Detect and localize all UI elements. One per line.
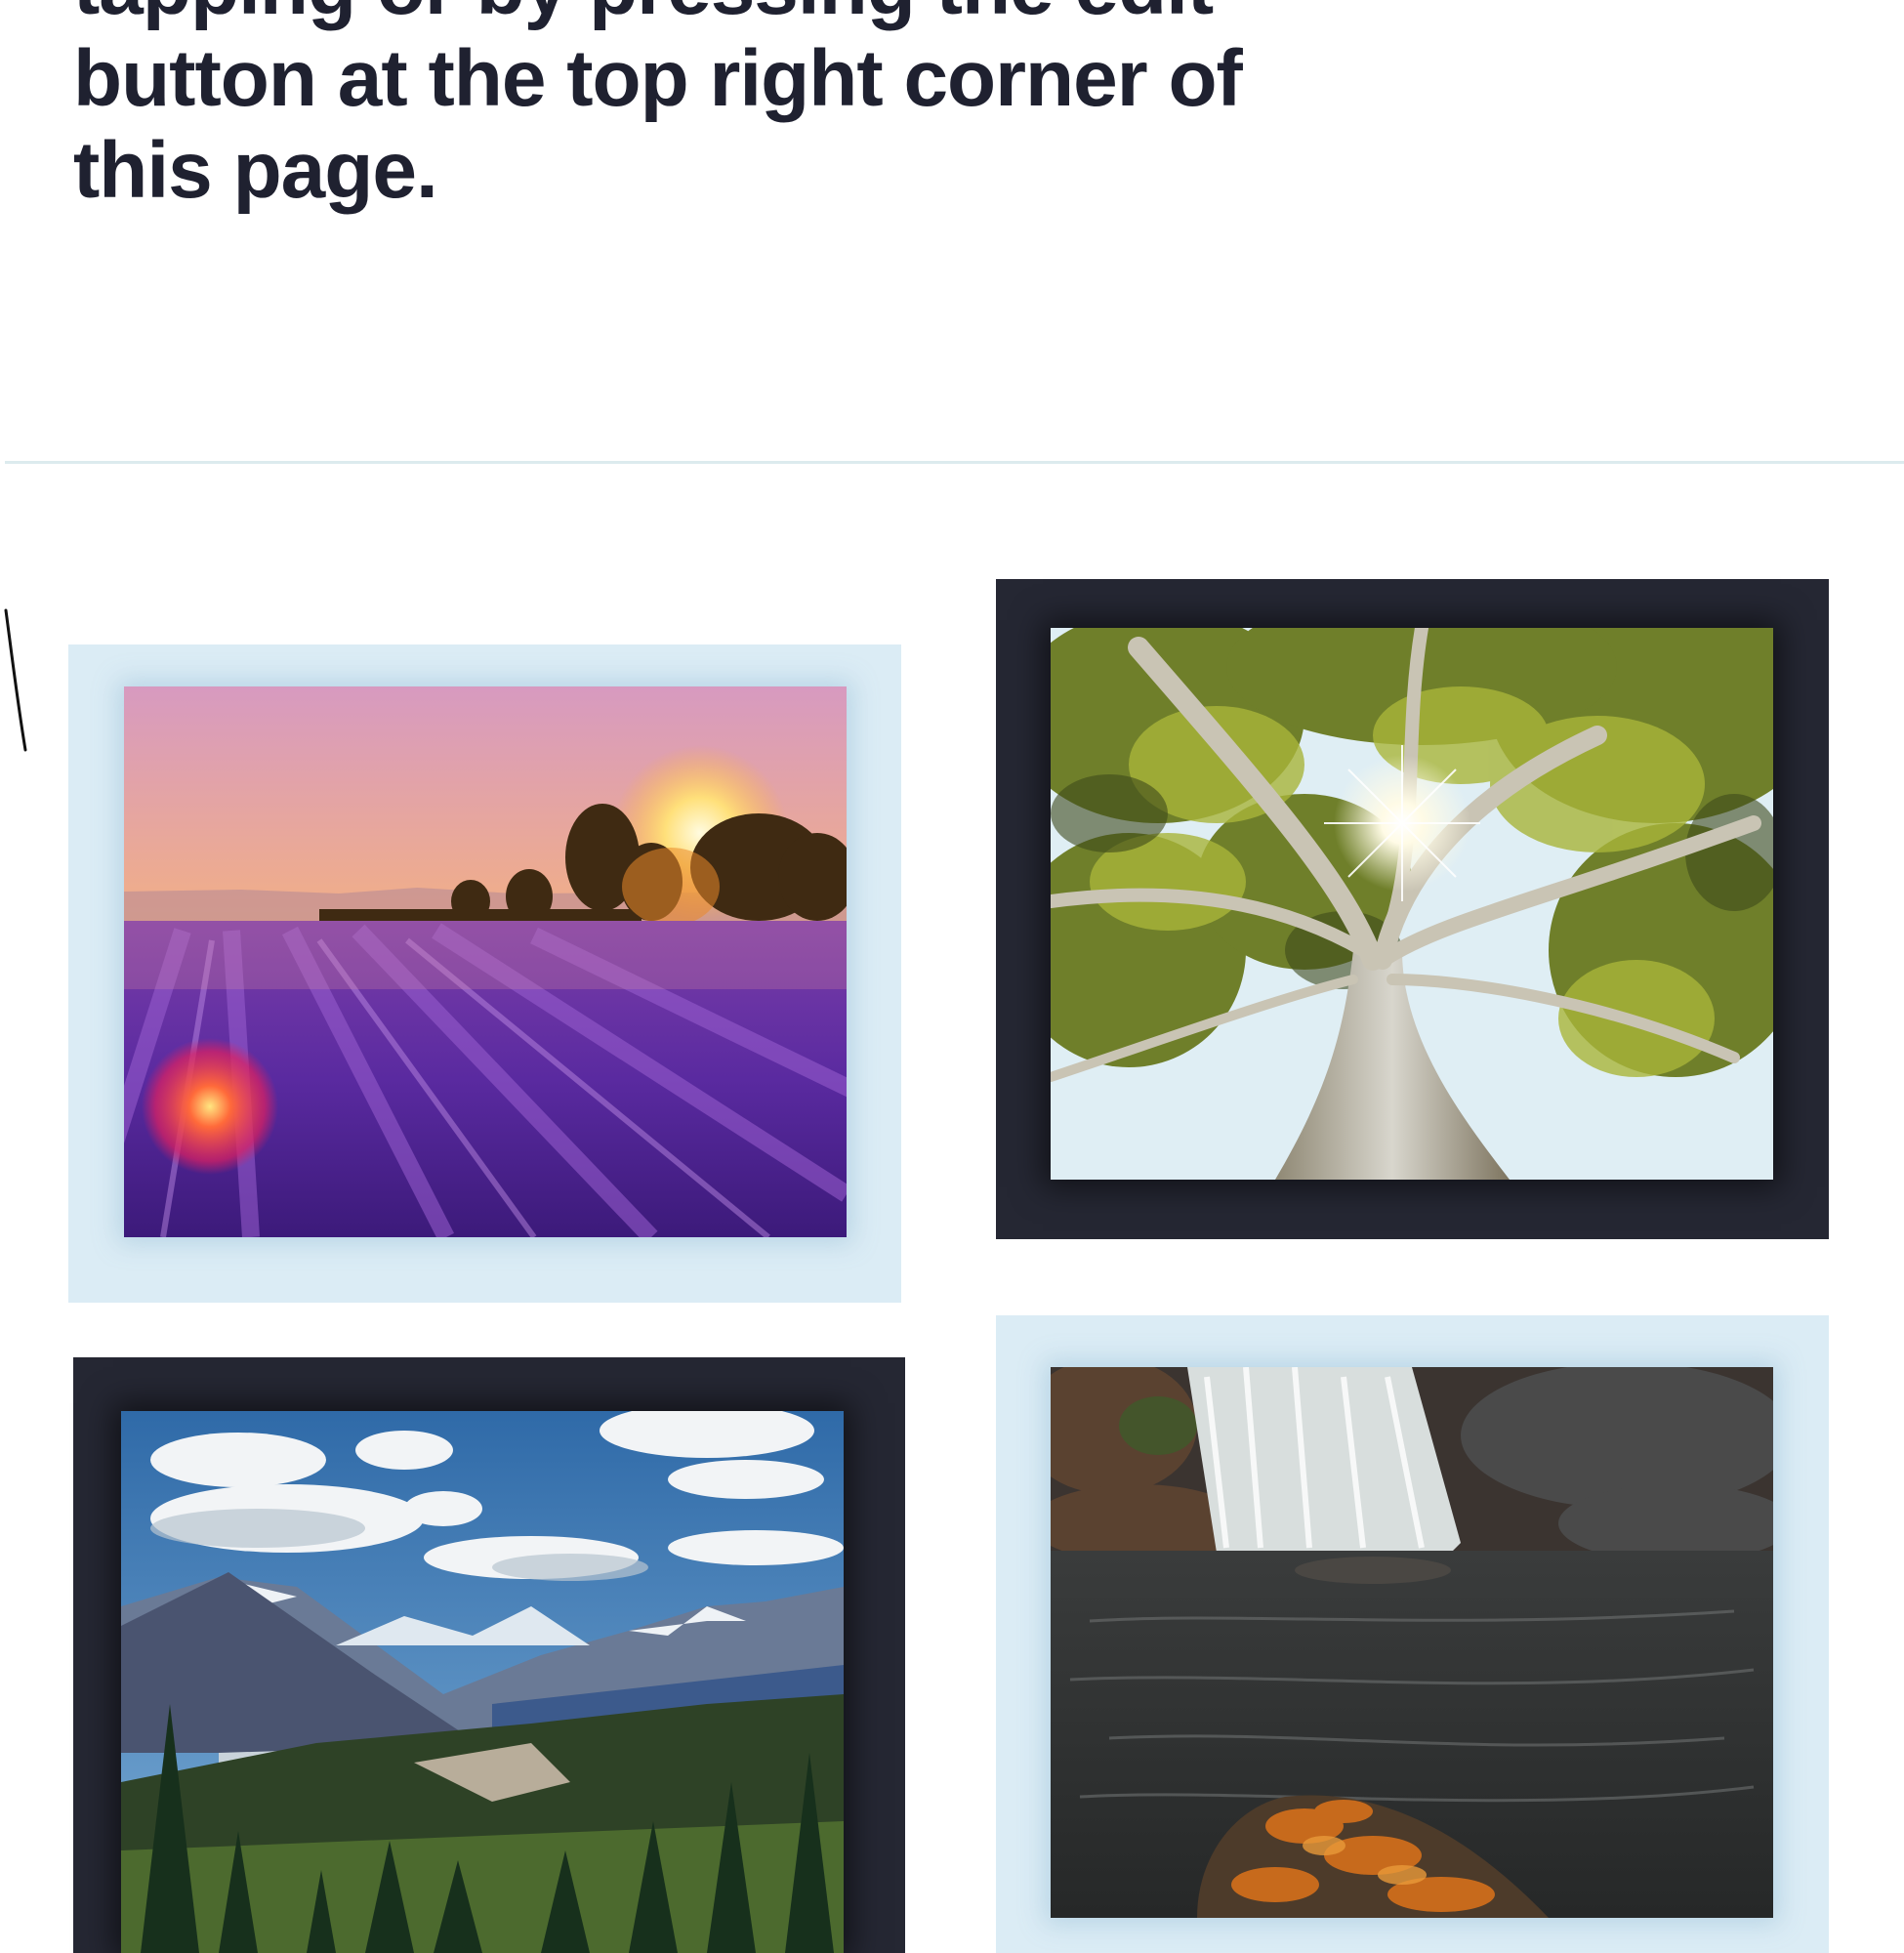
mountain-valley-photo[interactable] bbox=[121, 1411, 844, 1953]
intro-text: tapping or by pressing the edit button a… bbox=[73, 0, 1245, 217]
gallery-card-tree[interactable] bbox=[996, 579, 1829, 1239]
intro-line-3: this page. bbox=[73, 126, 438, 215]
waterfall-photo[interactable] bbox=[1051, 1367, 1773, 1918]
gallery-card-mountains[interactable] bbox=[73, 1357, 905, 1953]
intro-line-2: button at the top right corner of bbox=[73, 34, 1243, 123]
gallery-card-waterfall[interactable] bbox=[996, 1315, 1829, 1953]
tree-canopy-photo[interactable] bbox=[1051, 628, 1773, 1180]
intro-line-1: tapping or by pressing the edit bbox=[73, 0, 1245, 33]
gallery-card-lavender[interactable] bbox=[68, 644, 901, 1303]
section-divider bbox=[5, 461, 1904, 464]
brush-stroke-mark bbox=[4, 608, 27, 752]
lavender-field-photo[interactable] bbox=[124, 686, 847, 1237]
